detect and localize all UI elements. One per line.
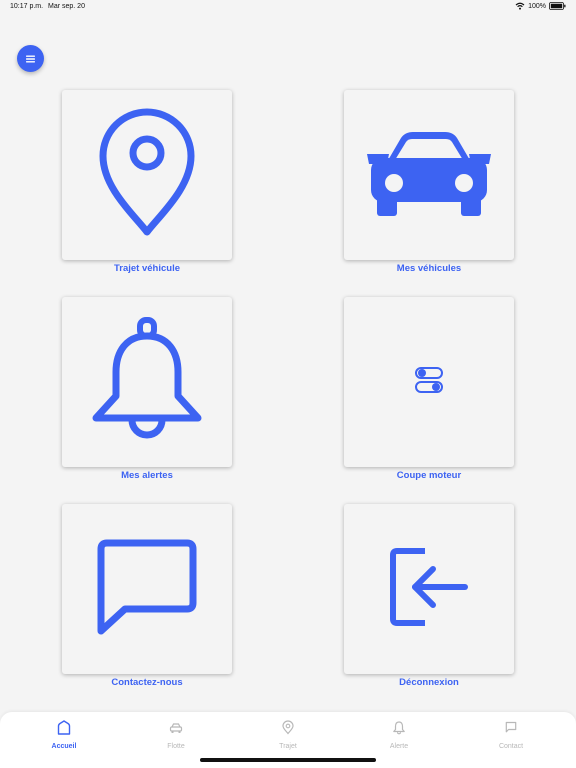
battery-icon	[549, 2, 566, 10]
tab-trajet[interactable]: Trajet	[253, 720, 323, 760]
status-bar: 10:17 p.m. Mar sep. 20 100%	[0, 0, 576, 14]
status-date: Mar sep. 20	[48, 3, 85, 10]
tile-label-trajet-vehicule: Trajet véhicule	[113, 263, 180, 274]
tab-contact[interactable]: Contact	[476, 720, 546, 760]
tile-trajet-vehicule[interactable]	[62, 90, 232, 260]
tile-label-contactez-nous: Contactez-nous	[111, 677, 183, 688]
tab-alerte[interactable]: Alerte	[364, 720, 434, 760]
car-icon	[365, 128, 493, 223]
logout-icon	[389, 547, 469, 632]
tile-label-mes-alertes: Mes alertes	[121, 470, 173, 481]
menu-button[interactable]	[17, 45, 44, 72]
tile-contactez-nous[interactable]	[62, 504, 232, 674]
chat-bubble-icon	[504, 720, 518, 740]
tile-coupe-moteur[interactable]	[344, 297, 514, 467]
tile-label-deconnexion: Déconnexion	[399, 677, 459, 688]
tile-mes-vehicules[interactable]	[344, 90, 514, 260]
hamburger-icon	[26, 50, 35, 68]
tile-deconnexion[interactable]	[344, 504, 514, 674]
tab-label: Accueil	[51, 743, 77, 750]
bell-icon	[392, 720, 406, 740]
map-pin-icon	[97, 108, 197, 243]
home-icon	[57, 720, 71, 740]
bell-icon	[92, 316, 202, 449]
tile-label-coupe-moteur: Coupe moteur	[396, 470, 462, 481]
tab-label: Flotte	[167, 743, 185, 750]
home-indicator	[200, 758, 376, 762]
tab-accueil[interactable]: Accueil	[29, 720, 99, 760]
status-time: 10:17 p.m.	[10, 3, 44, 10]
toggles-icon	[414, 366, 444, 399]
wifi-icon	[515, 2, 525, 10]
tab-label: Alerte	[389, 743, 409, 750]
tile-label-mes-vehicules: Mes véhicules	[396, 263, 462, 274]
tab-label: Contact	[498, 743, 524, 750]
battery-percent: 100%	[528, 2, 546, 10]
car-icon	[169, 720, 183, 740]
tab-flotte[interactable]: Flotte	[141, 720, 211, 760]
tab-label: Trajet	[279, 743, 297, 750]
status-indicators: 100%	[515, 2, 566, 10]
map-pin-icon	[281, 720, 295, 740]
chat-bubble-icon	[95, 537, 199, 642]
tile-mes-alertes[interactable]	[62, 297, 232, 467]
